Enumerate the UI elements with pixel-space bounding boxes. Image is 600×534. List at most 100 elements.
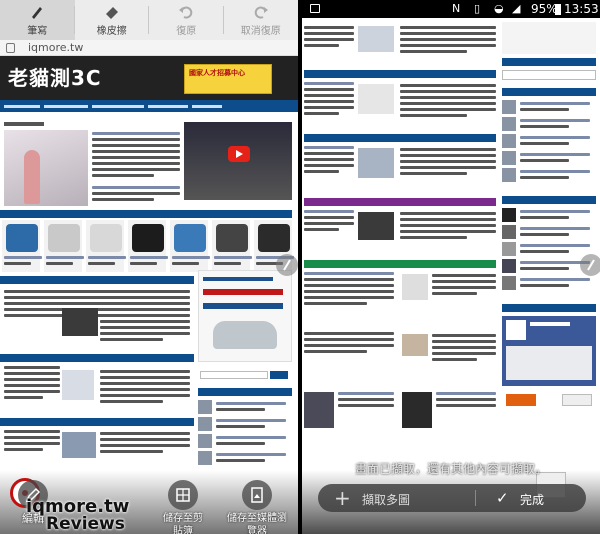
product-card[interactable] — [212, 220, 252, 272]
next-page-arrow[interactable] — [580, 254, 600, 276]
screenshot-notification-icon — [310, 4, 320, 13]
address-bar[interactable]: iqmore.tw — [0, 40, 298, 56]
redo-button[interactable]: 取消復原 — [224, 0, 299, 40]
article-block — [304, 392, 496, 438]
latest-post[interactable] — [502, 242, 596, 256]
nav-item[interactable] — [44, 104, 88, 108]
captured-sidebar — [502, 22, 596, 430]
latest-post[interactable] — [502, 208, 596, 222]
eraser-tool-label: 橡皮擦 — [96, 26, 127, 37]
article-block — [304, 272, 496, 332]
undo-label: 復原 — [176, 26, 197, 37]
status-time: 13:53 — [564, 2, 599, 16]
nav-item[interactable] — [92, 104, 144, 108]
popular-posts — [502, 100, 596, 196]
save-to-clipboard-button[interactable] — [168, 480, 198, 510]
featured-image-1[interactable] — [4, 130, 88, 206]
latest-posts — [502, 208, 596, 304]
chevron-right-icon — [587, 259, 595, 271]
featured-image-figure — [24, 150, 40, 204]
article-block — [304, 210, 496, 260]
signal-icon: ◢ — [512, 2, 521, 15]
popular-post[interactable] — [502, 134, 596, 148]
featured-heading — [4, 122, 44, 126]
popular-post[interactable] — [198, 400, 292, 414]
watermark-text-line2: Reviews — [46, 514, 125, 534]
section-bar — [304, 260, 496, 268]
pen-tool[interactable]: 筆寫 — [0, 0, 75, 40]
facebook-widget[interactable] — [502, 316, 596, 386]
pen-tool-label: 筆寫 — [27, 26, 48, 37]
site-search-button[interactable] — [270, 371, 288, 379]
popular-heading — [198, 388, 292, 396]
product-card[interactable] — [44, 220, 84, 272]
save-to-clipboard-label: 儲存至剪貼簿 — [163, 513, 203, 534]
popular-post[interactable] — [502, 117, 596, 131]
sidebar-search-input[interactable] — [502, 70, 596, 80]
save-to-gallery-button[interactable] — [242, 480, 272, 510]
nav-item[interactable] — [192, 104, 222, 108]
car-ad[interactable] — [198, 270, 292, 362]
latest-post[interactable] — [502, 276, 596, 290]
capture-notice: 畫面已擷取，還有其他內容可擷取。 — [354, 462, 547, 476]
ad-banner-title: 國家人才招募中心 — [189, 69, 245, 77]
popular-post[interactable] — [198, 417, 292, 431]
undo-icon — [179, 6, 193, 19]
popular-posts — [198, 400, 292, 468]
nfc-icon: N — [452, 2, 461, 15]
check-icon[interactable]: ✓ — [496, 489, 509, 507]
eraser-icon — [105, 7, 118, 19]
sidebar-block — [502, 22, 596, 54]
site-search-input[interactable] — [200, 371, 268, 379]
product-row — [2, 220, 294, 272]
article-thumbnail[interactable] — [62, 432, 96, 458]
product-card[interactable] — [170, 220, 210, 272]
article-thumbnail[interactable] — [62, 308, 98, 336]
popular-post[interactable] — [502, 151, 596, 165]
undo-button[interactable]: 復原 — [149, 0, 224, 40]
article-text — [4, 366, 60, 402]
product-card[interactable] — [2, 220, 42, 272]
redo-icon — [254, 6, 268, 19]
eraser-tool[interactable]: 橡皮擦 — [75, 0, 149, 40]
article-block — [304, 82, 496, 134]
popular-post[interactable] — [198, 434, 292, 448]
popular-post[interactable] — [502, 168, 596, 182]
nav-item[interactable] — [148, 104, 188, 108]
play-icon[interactable] — [228, 146, 250, 162]
site-header: 老貓測3C 國家人才招募中心 — [0, 56, 298, 100]
battery-icon — [555, 4, 561, 15]
redo-label: 取消復原 — [240, 26, 281, 37]
product-card[interactable] — [128, 220, 168, 272]
section-bar — [0, 276, 194, 284]
screenshot-edit-toolbar: 筆寫 橡皮擦 復原 取消復原 — [0, 0, 298, 40]
site-logo[interactable]: 老貓測3C — [8, 62, 102, 91]
product-card[interactable] — [86, 220, 126, 272]
status-bar: N ▯ ◒ ◢ 95% 13:53 — [302, 0, 600, 18]
capture-action-bar: + 擷取多圖 ✓ 完成 — [318, 484, 586, 512]
sidebar-search-heading — [502, 58, 596, 66]
article-block — [304, 146, 496, 198]
ad-banner[interactable]: 國家人才招募中心 — [184, 64, 272, 94]
divider — [475, 490, 476, 506]
section-bar — [0, 210, 292, 218]
scroll-capture-button[interactable]: 擷取多圖 — [362, 491, 410, 508]
article-text — [4, 430, 60, 454]
section-bar — [0, 354, 194, 362]
article-list — [100, 308, 190, 344]
save-to-gallery-label: 儲存至媒體瀏覽器 — [227, 513, 287, 534]
latest-post[interactable] — [502, 225, 596, 239]
section-bar — [304, 198, 496, 206]
battery-percent: 95% — [531, 2, 558, 16]
featured-video[interactable] — [184, 122, 292, 200]
screen: iqmore.tw 老貓測3C 國家人才招募中心 筆寫 橡皮擦 復原 取消復原 … — [0, 0, 600, 534]
popular-post[interactable] — [198, 451, 292, 465]
next-page-arrow[interactable] — [276, 254, 298, 276]
plus-icon[interactable]: + — [334, 486, 351, 510]
facebook-heading — [502, 304, 596, 312]
done-button[interactable]: 完成 — [520, 491, 544, 508]
nav-item[interactable] — [4, 104, 40, 108]
popular-post[interactable] — [502, 100, 596, 114]
article-thumbnail[interactable] — [62, 370, 94, 400]
url-text: iqmore.tw — [28, 41, 84, 54]
